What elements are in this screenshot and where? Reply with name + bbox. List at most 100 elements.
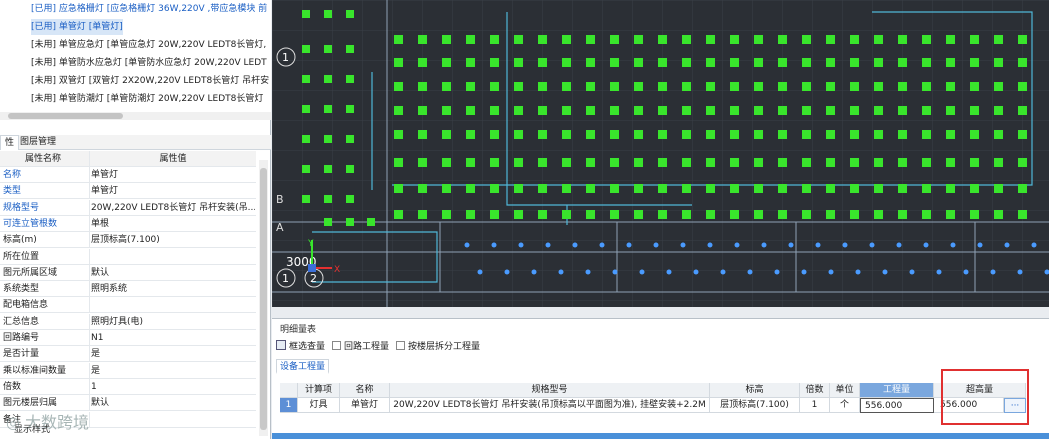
property-value[interactable]: 层顶标高(7.100) [89,232,255,249]
light-fixture[interactable] [394,130,403,139]
property-value[interactable]: 单根 [89,215,255,232]
light-fixture[interactable] [754,82,763,91]
light-fixture[interactable] [778,158,787,167]
circuit-quantity-checkbox[interactable] [332,340,342,350]
light-fixture[interactable] [970,58,979,67]
light-fixture[interactable] [922,35,931,44]
column-header-quantity[interactable]: 工程量 [860,383,934,398]
socket-symbol[interactable] [612,269,618,275]
column-header[interactable]: 单位 [830,383,860,398]
floor-plan-drawing[interactable]: 1 1 2 B A 3000 Y X [272,0,1049,307]
property-row[interactable]: 系统类型 照明系统 [0,281,256,298]
light-fixture[interactable] [850,158,859,167]
socket-symbol[interactable] [491,242,497,248]
property-row[interactable]: 标高(m) 层顶标高(7.100) [0,232,256,249]
column-header[interactable]: 倍数 [800,383,830,398]
light-fixture[interactable] [754,35,763,44]
light-fixture[interactable] [394,158,403,167]
light-fixture[interactable] [1018,158,1027,167]
light-fixture[interactable] [826,210,835,219]
light-fixture[interactable] [586,82,595,91]
property-value[interactable]: 是 [89,362,255,379]
socket-symbol[interactable] [666,269,672,275]
light-fixture[interactable] [802,82,811,91]
light-fixture[interactable] [490,210,499,219]
property-value[interactable]: 1 [89,378,255,395]
select-query-icon[interactable] [276,340,286,350]
tab-layers[interactable]: 图层管理 [16,135,60,150]
property-row[interactable]: 回路编号 N1 [0,330,256,346]
light-fixture[interactable] [346,135,354,143]
light-fixture[interactable] [994,82,1003,91]
property-row[interactable]: 类型 单管灯 [0,183,256,200]
light-fixture[interactable] [754,58,763,67]
light-fixture[interactable] [946,130,955,139]
light-fixture[interactable] [874,82,883,91]
light-fixture[interactable] [346,45,354,53]
light-fixture[interactable] [802,158,811,167]
light-fixture[interactable] [302,195,310,203]
tree-item[interactable]: [未用] 双管灯 [双管灯 2X20W,220V LEDT8长管灯 吊杆安 [31,73,269,89]
light-fixture[interactable] [658,130,667,139]
light-fixture[interactable] [538,158,547,167]
socket-symbol[interactable] [788,242,794,248]
property-row[interactable]: 汇总信息 照明灯具(电) [0,313,256,330]
light-fixture[interactable] [922,184,931,193]
socket-symbol[interactable] [936,269,942,275]
light-fixture[interactable] [658,58,667,67]
light-fixture[interactable] [706,210,715,219]
light-fixture[interactable] [922,58,931,67]
light-fixture[interactable] [490,130,499,139]
light-fixture[interactable] [490,106,499,115]
light-fixture[interactable] [658,106,667,115]
light-fixture[interactable] [658,35,667,44]
light-fixture[interactable] [514,82,523,91]
property-value[interactable]: 20W,220V LEDT8长管灯 吊杆安装(吊... [89,199,255,216]
light-fixture[interactable] [634,210,643,219]
light-fixture[interactable] [538,82,547,91]
light-fixture[interactable] [994,130,1003,139]
light-fixture[interactable] [778,210,787,219]
socket-symbol[interactable] [1017,269,1023,275]
row-number[interactable]: 1 [280,398,298,413]
cell-quantity[interactable]: 556.000 [860,398,934,413]
light-fixture[interactable] [490,35,499,44]
light-fixture[interactable] [394,58,403,67]
light-fixture[interactable] [346,195,354,203]
light-fixture[interactable] [658,210,667,219]
property-value[interactable] [89,411,255,428]
light-fixture[interactable] [302,105,310,113]
column-header[interactable]: 规格型号 [390,383,710,398]
socket-symbol[interactable] [545,242,551,248]
light-fixture[interactable] [1018,58,1027,67]
light-fixture[interactable] [754,130,763,139]
property-row[interactable]: 图元所属区域 默认 [0,264,256,281]
light-fixture[interactable] [324,75,332,83]
property-value[interactable]: 默认 [89,264,255,281]
light-fixture[interactable] [586,184,595,193]
light-fixture[interactable] [610,158,619,167]
light-fixture[interactable] [302,45,310,53]
property-row[interactable]: 规格型号 20W,220V LEDT8长管灯 吊杆安装(吊... [0,199,256,216]
socket-symbol[interactable] [923,242,929,248]
light-fixture[interactable] [634,130,643,139]
socket-symbol[interactable] [1004,242,1010,248]
light-fixture[interactable] [466,158,475,167]
column-header[interactable]: 标高 [710,383,800,398]
socket-symbol[interactable] [518,242,524,248]
light-fixture[interactable] [562,184,571,193]
light-fixture[interactable] [658,184,667,193]
light-fixture[interactable] [394,184,403,193]
light-fixture[interactable] [586,158,595,167]
socket-symbol[interactable] [680,242,686,248]
light-fixture[interactable] [466,130,475,139]
light-fixture[interactable] [394,82,403,91]
light-fixture[interactable] [850,184,859,193]
floor-split-label[interactable]: 按楼层拆分工程量 [408,339,480,352]
property-vertical-scrollbar[interactable] [259,160,268,436]
socket-symbol[interactable] [720,269,726,275]
tree-item[interactable]: [已用] 应急格栅灯 [应急格栅灯 36W,220V ,带应急模块 前 [31,1,267,17]
light-fixture[interactable] [778,35,787,44]
light-fixture[interactable] [826,106,835,115]
light-fixture[interactable] [562,210,571,219]
